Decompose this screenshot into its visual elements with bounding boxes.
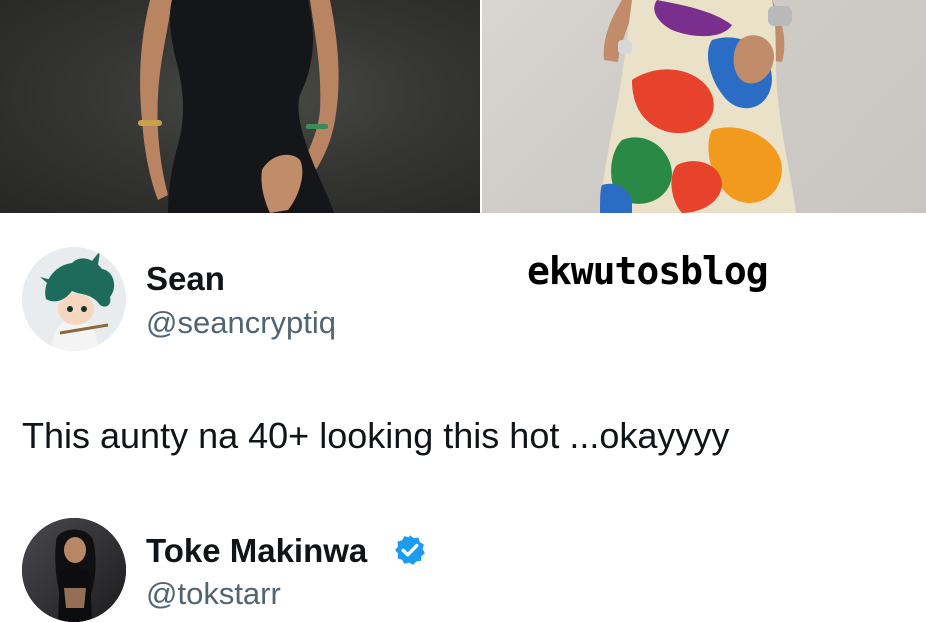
sean-avatar[interactable] [22,247,126,351]
toke-handle[interactable]: @tokstarr [146,578,281,609]
anime-avatar-icon [22,247,126,351]
photo-left[interactable] [0,0,480,213]
watermark: ekwutosblog [527,249,769,293]
verified-badge-icon [395,535,425,565]
toke-display-name[interactable]: Toke Makinwa [146,534,367,567]
sean-handle[interactable]: @seancryptiq [146,307,336,338]
profile-photo-icon [22,518,126,622]
sean-display-name[interactable]: Sean [146,262,225,295]
tweet-text: This aunty na 40+ looking this hot ...ok… [22,415,730,456]
photo-strip [0,0,926,213]
woman-patterned-dress-image [600,0,796,213]
woman-black-dress-image [138,0,339,213]
photo-right[interactable] [482,0,926,213]
toke-avatar[interactable] [22,518,126,622]
